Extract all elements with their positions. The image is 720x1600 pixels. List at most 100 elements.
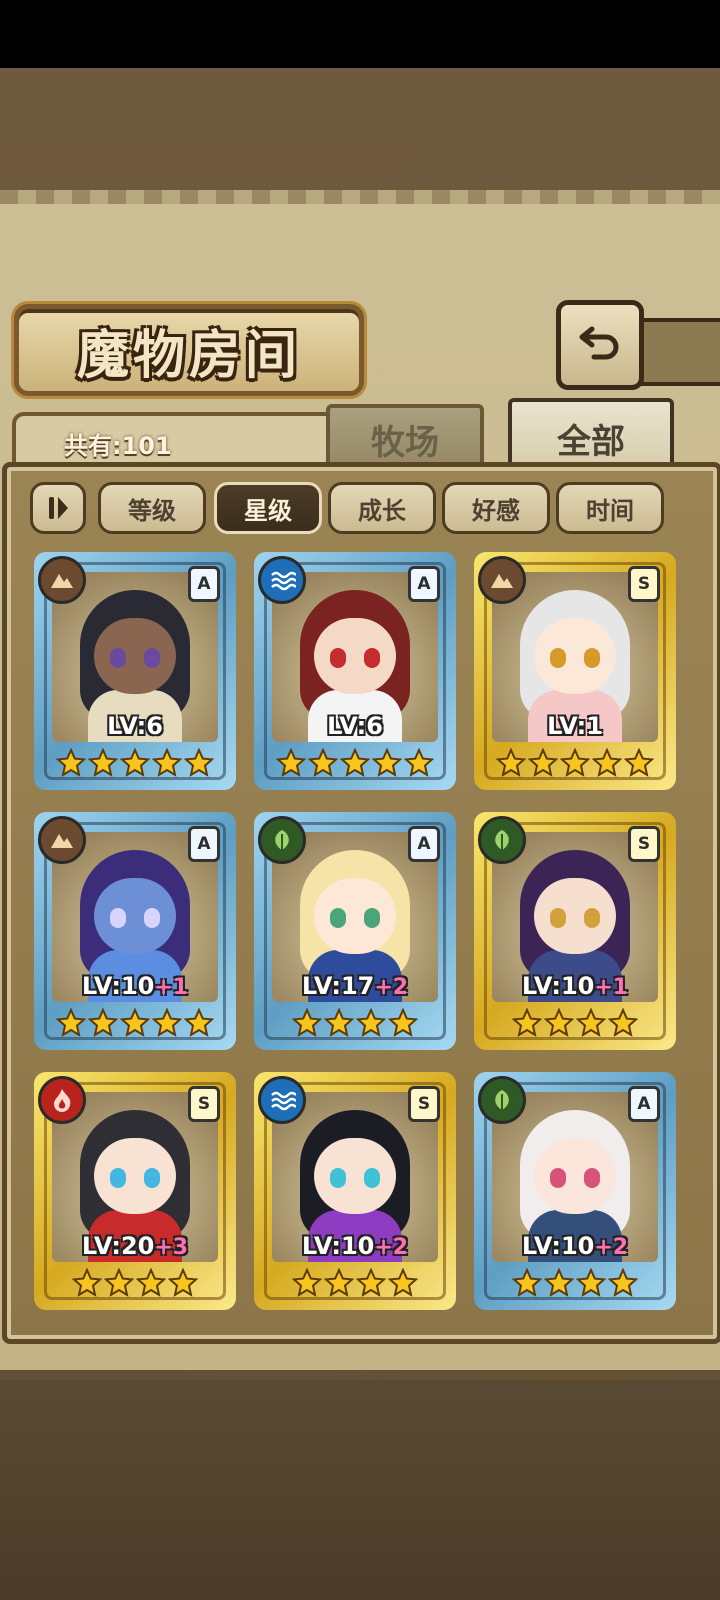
- star-icon: [276, 748, 306, 777]
- monster-card[interactable]: S LV:1: [474, 552, 676, 790]
- star-icon: [372, 748, 402, 777]
- monster-card[interactable]: A LV:17+2: [254, 812, 456, 1050]
- grass-icon: [478, 1076, 526, 1124]
- sort-star-button[interactable]: 星级: [214, 482, 322, 534]
- title-plate: 魔物房间: [14, 304, 364, 396]
- monster-card[interactable]: S LV:10+1: [474, 812, 676, 1050]
- rank-letter: S: [637, 834, 651, 854]
- sort-growth-button[interactable]: 成长: [328, 482, 436, 534]
- monster-card[interactable]: A LV:10+2: [474, 1072, 676, 1310]
- band-edge: [0, 190, 720, 204]
- rank-letter: A: [197, 574, 211, 594]
- rank-letter: A: [197, 834, 211, 854]
- back-arrow-icon: [579, 326, 619, 360]
- star-icon: [56, 1008, 86, 1037]
- grass-icon: [478, 816, 526, 864]
- star-icon: [120, 1008, 150, 1037]
- rank-letter: A: [417, 574, 431, 594]
- monster-card[interactable]: A LV:10+1: [34, 812, 236, 1050]
- rank-letter: S: [637, 574, 651, 594]
- star-icon: [388, 1268, 418, 1297]
- zigzag-edge: [0, 1350, 720, 1380]
- level-label: LV:17+2: [254, 972, 456, 1000]
- star-icon: [184, 1008, 214, 1037]
- star-icon: [544, 1008, 574, 1037]
- star-icon: [292, 1008, 322, 1037]
- star-icon: [168, 1268, 198, 1297]
- level-text: LV:10: [521, 1232, 595, 1260]
- star-icon: [308, 748, 338, 777]
- earth-icon: [478, 556, 526, 604]
- level-text: LV:6: [327, 712, 383, 740]
- star-icon: [496, 748, 526, 777]
- star-icon: [624, 748, 654, 777]
- level-label: LV:10+1: [34, 972, 236, 1000]
- level-label: LV:6: [34, 712, 236, 740]
- monster-card[interactable]: S LV:10+2: [254, 1072, 456, 1310]
- water-icon: [258, 556, 306, 604]
- level-bonus: +1: [154, 975, 189, 1000]
- sort-toggle-icon: [49, 497, 68, 519]
- rank-letter: S: [197, 1094, 211, 1114]
- earth-icon: [38, 556, 86, 604]
- level-text: LV:17: [301, 972, 375, 1000]
- sort-time-button[interactable]: 时间: [556, 482, 664, 534]
- level-bonus: +2: [374, 1235, 409, 1260]
- water-icon: [258, 1076, 306, 1124]
- star-icon: [152, 1008, 182, 1037]
- rank-badge: A: [408, 566, 440, 602]
- monster-card[interactable]: A LV:6: [254, 552, 456, 790]
- star-icon: [528, 748, 558, 777]
- sort-level-label: 等级: [128, 496, 176, 525]
- tab-ranch-label: 牧场: [371, 422, 439, 463]
- grass-icon: [258, 816, 306, 864]
- level-bonus: +3: [154, 1235, 189, 1260]
- star-rating: [254, 1008, 456, 1038]
- tab-all-label: 全部: [557, 421, 625, 462]
- star-rating: [34, 1268, 236, 1298]
- sort-affinity-button[interactable]: 好感: [442, 482, 550, 534]
- monster-card[interactable]: S LV:20+3: [34, 1072, 236, 1310]
- rank-badge: A: [188, 566, 220, 602]
- level-text: LV:10: [301, 1232, 375, 1260]
- monster-card[interactable]: A LV:6: [34, 552, 236, 790]
- star-icon: [324, 1008, 354, 1037]
- level-label: LV:10+2: [474, 1232, 676, 1260]
- star-icon: [340, 748, 370, 777]
- level-bonus: +2: [374, 975, 409, 1000]
- earth-icon: [38, 816, 86, 864]
- fire-icon: [38, 1076, 86, 1124]
- star-rating: [34, 1008, 236, 1038]
- sort-order-toggle[interactable]: [30, 482, 86, 534]
- star-icon: [404, 748, 434, 777]
- back-button[interactable]: [556, 300, 644, 390]
- star-icon: [544, 1268, 574, 1297]
- rank-letter: A: [417, 834, 431, 854]
- level-label: LV:6: [254, 712, 456, 740]
- star-icon: [324, 1268, 354, 1297]
- level-text: LV:10: [81, 972, 155, 1000]
- star-icon: [152, 748, 182, 777]
- rank-badge: A: [628, 1086, 660, 1122]
- star-rating: [474, 748, 676, 778]
- star-icon: [88, 748, 118, 777]
- star-icon: [576, 1008, 606, 1037]
- star-icon: [72, 1268, 102, 1297]
- star-rating: [474, 1268, 676, 1298]
- level-text: LV:1: [547, 712, 603, 740]
- star-rating: [254, 1268, 456, 1298]
- monster-count: 共有:101: [64, 432, 172, 460]
- level-text: LV:20: [81, 1232, 155, 1260]
- star-icon: [356, 1008, 386, 1037]
- sort-level-button[interactable]: 等级: [98, 482, 206, 534]
- tab-ranch[interactable]: 牧场: [326, 404, 484, 470]
- page-title: 魔物房间: [76, 325, 301, 386]
- star-icon: [292, 1268, 322, 1297]
- star-icon: [104, 1268, 134, 1297]
- level-bonus: +1: [594, 975, 629, 1000]
- bottom-map-area: [0, 1380, 720, 1600]
- rank-badge: A: [188, 826, 220, 862]
- star-icon: [88, 1008, 118, 1037]
- sort-growth-label: 成长: [358, 496, 406, 525]
- star-icon: [608, 1268, 638, 1297]
